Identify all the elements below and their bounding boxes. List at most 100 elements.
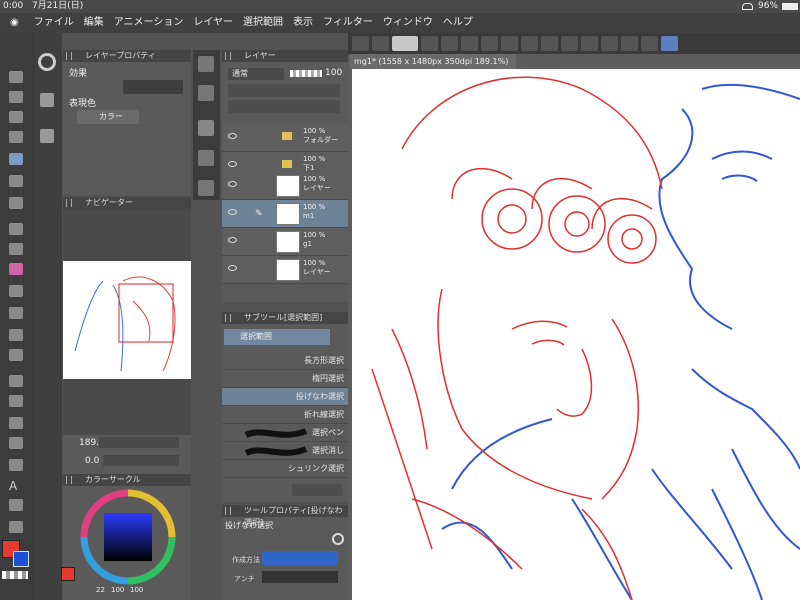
eyedropper-tool-icon[interactable] <box>9 197 23 209</box>
brush-tool-icon[interactable] <box>9 263 23 275</box>
pen-pressure-icon[interactable] <box>661 36 678 51</box>
layer-row[interactable]: 100 % フォルダー <box>222 124 348 152</box>
grip-icon[interactable] <box>66 476 72 484</box>
hue-value[interactable]: 22 <box>96 586 105 594</box>
ruler-icon[interactable] <box>621 36 638 51</box>
zoom-tool-icon[interactable] <box>9 71 23 83</box>
eye-icon[interactable] <box>228 161 237 167</box>
opacity-value[interactable]: 100 <box>325 68 342 78</box>
sub-color-swatch[interactable] <box>13 551 29 567</box>
fill-tool-icon[interactable] <box>9 375 23 387</box>
figure-tool-icon[interactable] <box>9 417 23 429</box>
menu-file[interactable]: ファイル <box>29 13 79 33</box>
color-circle-main-swatch[interactable] <box>61 567 75 581</box>
auto-select-tool-icon[interactable] <box>9 175 23 187</box>
airbrush-tool-icon[interactable] <box>9 285 23 297</box>
subtool-actions[interactable] <box>292 484 342 496</box>
subtool-item[interactable]: シュリンク選択 <box>222 460 348 478</box>
layers-icon[interactable] <box>198 120 214 136</box>
subtool-item-selected[interactable]: 投げなわ選択 <box>222 388 348 406</box>
fill-icon[interactable] <box>561 36 578 51</box>
menu-window[interactable]: ウィンドウ <box>378 13 438 33</box>
transparent-color-swatch[interactable] <box>2 571 28 579</box>
new-file-icon[interactable] <box>421 36 438 51</box>
menu-help[interactable]: ヘルプ <box>438 13 478 33</box>
image-icon[interactable] <box>372 36 389 51</box>
drawing-canvas[interactable] <box>352 69 800 600</box>
search-icon[interactable] <box>332 533 344 545</box>
grid-icon[interactable] <box>352 36 369 51</box>
opacity-slider[interactable] <box>290 70 322 77</box>
undo-icon[interactable] <box>481 36 498 51</box>
settings-gear-icon[interactable] <box>198 180 214 196</box>
menu-animation[interactable]: アニメーション <box>109 13 189 33</box>
grip-icon[interactable] <box>66 52 72 60</box>
layer-toolbar-row-1[interactable] <box>228 84 340 97</box>
correct-line-tool-icon[interactable] <box>9 521 23 533</box>
text-tool-icon[interactable]: A <box>9 479 23 493</box>
subtool-item[interactable]: 長方形選択 <box>222 352 348 370</box>
eraser-tool-icon[interactable] <box>9 329 23 341</box>
crop-icon[interactable] <box>601 36 618 51</box>
move-tool-icon[interactable] <box>9 131 23 143</box>
layer-row[interactable]: 100 % レイヤー <box>222 256 348 284</box>
subtool-item[interactable]: 折れ線選択 <box>222 406 348 424</box>
menu-selection[interactable]: 選択範囲 <box>238 13 288 33</box>
pen-nib-icon[interactable] <box>40 93 54 107</box>
navigator-preview[interactable] <box>63 261 191 379</box>
pen-tool-icon[interactable] <box>9 223 23 235</box>
menu-layer[interactable]: レイヤー <box>188 13 238 33</box>
rotation-value[interactable]: 0.0 <box>85 456 99 466</box>
grip-icon[interactable] <box>225 52 231 60</box>
grip-icon[interactable] <box>225 507 231 515</box>
gradient-tool-icon[interactable] <box>9 395 23 407</box>
layer-row-selected[interactable]: ✎ 100 % m1 <box>222 200 348 228</box>
balloon-tool-icon[interactable] <box>9 499 23 511</box>
eye-icon[interactable] <box>228 181 237 187</box>
eye-icon[interactable] <box>228 237 237 243</box>
blend-mode-select[interactable]: 通常 <box>228 68 284 80</box>
app-logo-icon[interactable]: ◉ <box>0 13 29 33</box>
antialias-buttons[interactable] <box>262 571 338 583</box>
layer-move-icon[interactable] <box>40 129 54 143</box>
subtool-group-tab[interactable]: 選択範囲 <box>224 329 330 345</box>
material-icon[interactable] <box>198 150 214 166</box>
creation-mode-buttons[interactable] <box>262 551 338 565</box>
layer-row[interactable]: 100 % レイヤー <box>222 172 348 200</box>
blend-tool-icon[interactable] <box>9 349 23 361</box>
animation-icon[interactable] <box>198 85 214 101</box>
grip-icon[interactable] <box>66 199 72 207</box>
value-value[interactable]: 100 <box>130 586 143 594</box>
color-wheel[interactable] <box>79 488 177 586</box>
rotation-controls[interactable] <box>103 455 179 466</box>
spiral-icon[interactable] <box>392 36 418 51</box>
transform-icon[interactable] <box>541 36 558 51</box>
layer-search-icon[interactable] <box>198 56 214 72</box>
open-folder-icon[interactable] <box>441 36 458 51</box>
redo-icon[interactable] <box>501 36 518 51</box>
expression-color-select[interactable]: カラー <box>77 110 139 124</box>
lasso-tool-icon[interactable] <box>9 153 23 165</box>
eye-icon[interactable] <box>228 209 237 215</box>
decoration-tool-icon[interactable] <box>9 307 23 319</box>
document-tab[interactable]: mg1* (1558 x 1480px 350dpi 189.1%) <box>350 54 517 69</box>
saturation-value[interactable]: 100 <box>111 586 124 594</box>
eye-icon[interactable] <box>228 133 237 139</box>
deselect-icon[interactable] <box>581 36 598 51</box>
operation-tool-icon[interactable] <box>9 111 23 123</box>
ruler-tool-icon[interactable] <box>9 459 23 471</box>
subtool-item[interactable]: 楕円選択 <box>222 370 348 388</box>
snap-icon[interactable] <box>641 36 658 51</box>
layer-toolbar-row-2[interactable] <box>228 100 340 113</box>
grip-icon[interactable] <box>225 314 231 322</box>
menu-view[interactable]: 表示 <box>288 13 318 33</box>
menu-edit[interactable]: 編集 <box>79 13 109 33</box>
menu-filter[interactable]: フィルター <box>318 13 378 33</box>
hand-tool-icon[interactable] <box>9 91 23 103</box>
q-icon[interactable] <box>38 53 56 71</box>
effect-buttons[interactable] <box>123 80 183 94</box>
clear-icon[interactable] <box>521 36 538 51</box>
eye-icon[interactable] <box>228 265 237 271</box>
pencil-tool-icon[interactable] <box>9 243 23 255</box>
save-icon[interactable] <box>461 36 478 51</box>
